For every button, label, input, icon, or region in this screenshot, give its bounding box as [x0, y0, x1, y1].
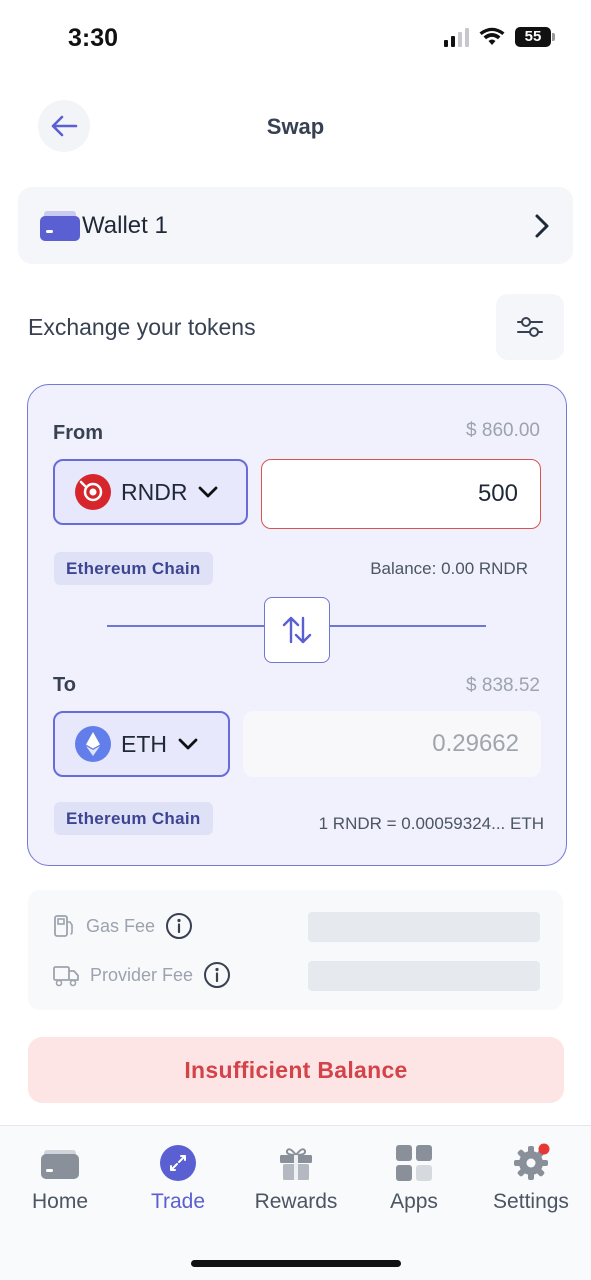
tab-trade-label: Trade [150, 1190, 206, 1213]
sliders-icon [517, 317, 543, 337]
gas-fee-value-placeholder [308, 912, 540, 942]
info-icon[interactable] [203, 961, 231, 989]
apps-grid-icon [396, 1145, 432, 1181]
from-token-name: RNDR [121, 478, 188, 505]
to-label: To [53, 674, 76, 696]
from-token-selector[interactable]: RNDR [53, 459, 248, 525]
chevron-down-icon [199, 486, 218, 498]
from-amount-input[interactable]: 500 [261, 459, 541, 529]
bottom-tab-bar: Home Trade Rewards Apps Settings [0, 1125, 591, 1280]
tab-apps-label: Apps [390, 1190, 438, 1213]
rndr-token-icon [75, 474, 111, 510]
eth-token-icon [75, 726, 111, 762]
truck-icon [53, 966, 79, 987]
page-title: Swap [266, 114, 325, 139]
cellular-signal-icon [444, 27, 469, 47]
to-token-selector[interactable]: ETH [53, 711, 230, 777]
tab-settings-label: Settings [493, 1190, 569, 1213]
from-label: From [53, 422, 103, 444]
provider-fee-row: Provider Fee [52, 961, 231, 989]
exchange-title: Exchange your tokens [28, 314, 256, 340]
chevron-down-icon [178, 738, 198, 750]
divider-left [107, 625, 265, 627]
fee-card [28, 890, 563, 1010]
tab-trade[interactable]: Trade [119, 1126, 237, 1236]
gas-fee-row: Gas Fee [52, 912, 193, 940]
tab-settings[interactable]: Settings [472, 1126, 590, 1236]
from-chain-badge: Ethereum Chain [54, 552, 213, 585]
gas-fee-label: Gas Fee [86, 915, 156, 936]
insufficient-balance-button[interactable]: Insufficient Balance [28, 1037, 564, 1103]
to-amount-output: 0.29662 [243, 711, 541, 777]
to-chain-badge: Ethereum Chain [54, 802, 213, 835]
wifi-icon [479, 27, 505, 45]
tab-rewards[interactable]: Rewards [237, 1126, 355, 1236]
info-icon[interactable] [165, 912, 193, 940]
provider-fee-value-placeholder [308, 961, 540, 991]
trade-icon [160, 1145, 196, 1181]
battery-icon: 55 [515, 27, 555, 47]
status-time: 3:30 [68, 24, 119, 52]
chevron-right-icon[interactable] [530, 212, 554, 240]
tab-home[interactable]: Home [1, 1126, 119, 1236]
flip-tokens-button[interactable] [264, 597, 330, 663]
from-usd-value: $ 860.00 [466, 420, 540, 441]
gas-pump-icon [54, 915, 73, 937]
gear-icon [514, 1143, 550, 1180]
gift-icon [280, 1148, 312, 1180]
wallet-icon [40, 211, 80, 241]
provider-fee-label: Provider Fee [90, 964, 194, 985]
wallet-name: Wallet 1 [82, 212, 168, 239]
exchange-rate: 1 RNDR = 0.00059324... ETH [318, 814, 544, 833]
swap-arrows-icon [282, 616, 312, 644]
tab-rewards-label: Rewards [254, 1190, 338, 1213]
divider-right [329, 625, 486, 627]
home-indicator [191, 1260, 401, 1267]
tab-home-label: Home [31, 1190, 89, 1213]
to-token-name: ETH [121, 730, 167, 757]
wallet-icon [41, 1150, 79, 1179]
from-balance: Balance: 0.00 RNDR [370, 559, 528, 578]
to-usd-value: $ 838.52 [466, 675, 540, 696]
status-icons: 55 [444, 27, 555, 47]
status-bar: 3:30 55 [0, 0, 591, 80]
swap-settings-button[interactable] [496, 294, 564, 360]
tab-apps[interactable]: Apps [355, 1126, 473, 1236]
